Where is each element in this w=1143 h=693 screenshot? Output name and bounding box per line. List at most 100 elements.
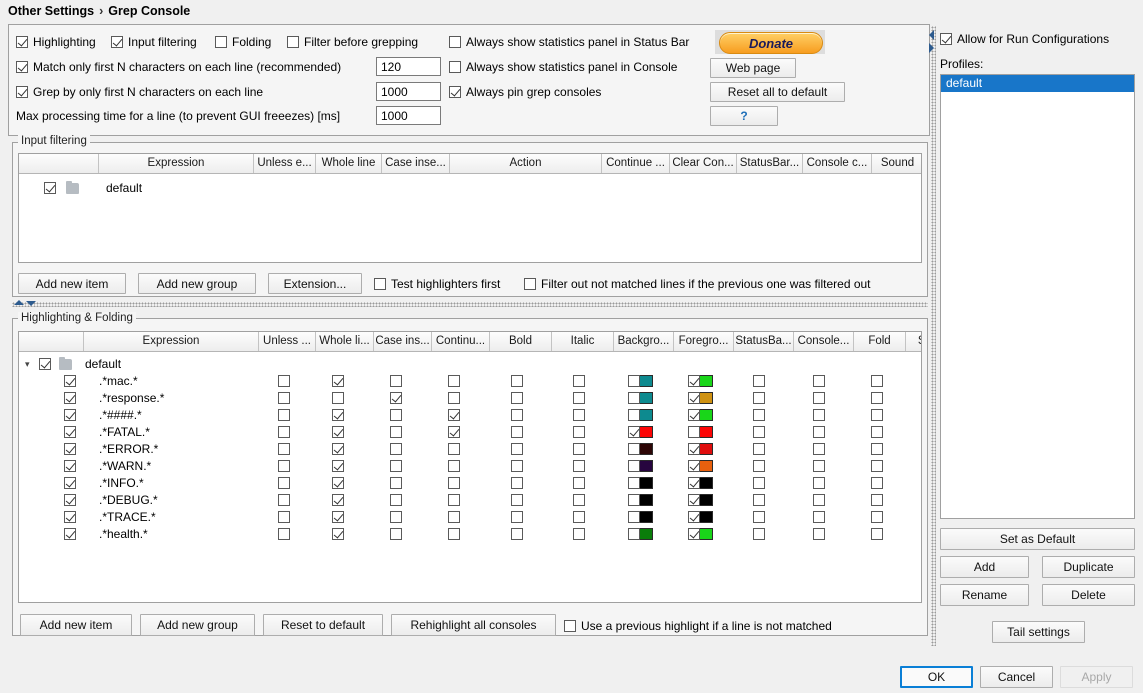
ok-button[interactable]: OK [900, 666, 973, 688]
hl-row-bold-checkbox[interactable] [511, 392, 523, 404]
table-row[interactable]: .*ERROR.* 🔊 [19, 441, 921, 458]
hl-row-italic-checkbox[interactable] [573, 494, 585, 506]
hl-row-enable-checkbox[interactable] [64, 375, 76, 387]
hl-row-console-checkbox[interactable] [813, 494, 825, 506]
hl-row-statusbar-checkbox[interactable] [753, 443, 765, 455]
hl-row-whole-line-checkbox[interactable] [332, 511, 344, 523]
hl-row-unless-checkbox[interactable] [278, 460, 290, 472]
speaker-icon[interactable]: 🔊 [921, 409, 922, 421]
hl-row-unless-checkbox[interactable] [278, 392, 290, 404]
hl-row-fold-checkbox[interactable] [871, 494, 883, 506]
hl-row-fold-checkbox[interactable] [871, 477, 883, 489]
highlighting-table[interactable]: Expression Unless ... Whole li... Case i… [18, 331, 922, 603]
hl-row-statusbar-checkbox[interactable] [753, 528, 765, 540]
hl-row-enable-checkbox[interactable] [64, 460, 76, 472]
hl-row-enable-checkbox[interactable] [64, 477, 76, 489]
hl-row-enable-checkbox[interactable] [64, 409, 76, 421]
hl-row-fold-checkbox[interactable] [871, 460, 883, 472]
hl-row-foreground-color[interactable] [700, 443, 713, 455]
filter-before-grepping-checkbox-box[interactable] [287, 36, 299, 48]
hl-row-unless-checkbox[interactable] [278, 443, 290, 455]
help-button[interactable]: ? [710, 106, 778, 126]
hl-row-foreground-swatch[interactable] [688, 409, 713, 421]
hl-row-continue-checkbox[interactable] [448, 426, 460, 438]
input-filtering-table[interactable]: Expression Unless e... Whole line Case i… [18, 153, 922, 263]
hl-row-case-insensitive-checkbox[interactable] [390, 409, 402, 421]
hl-row-case-insensitive-checkbox[interactable] [390, 511, 402, 523]
hl-add-new-item-button[interactable]: Add new item [20, 614, 132, 636]
hl-reset-to-default-button[interactable]: Reset to default [263, 614, 383, 636]
hl-row-background-color[interactable] [640, 511, 653, 523]
hl-row-foreground-swatch[interactable] [688, 460, 713, 472]
grep-first-n-input[interactable]: 1000 [376, 82, 441, 101]
hl-row-foreground-color[interactable] [700, 477, 713, 489]
hl-row-foreground-checkbox[interactable] [688, 409, 700, 421]
hl-row-foreground-color[interactable] [700, 460, 713, 472]
hl-row-console-checkbox[interactable] [813, 460, 825, 472]
hl-row-statusbar-checkbox[interactable] [753, 494, 765, 506]
checkbox-allow-run-configurations[interactable]: Allow for Run Configurations [940, 32, 1109, 46]
if-col-statusbar[interactable]: StatusBar... [737, 154, 803, 173]
if-add-new-group-button[interactable]: Add new group [138, 273, 256, 294]
hl-row-foreground-color[interactable] [700, 392, 713, 404]
match-first-n-input[interactable]: 120 [376, 57, 441, 76]
folding-checkbox-box[interactable] [215, 36, 227, 48]
hl-row-enable-checkbox[interactable] [64, 426, 76, 438]
hl-row-background-swatch[interactable] [628, 511, 653, 523]
hl-row-console-checkbox[interactable] [813, 375, 825, 387]
always-pin-consoles-checkbox-box[interactable] [449, 86, 461, 98]
hl-row-bold-checkbox[interactable] [511, 443, 523, 455]
hl-row-background-swatch[interactable] [628, 426, 653, 438]
checkbox-input-filtering[interactable]: Input filtering [111, 35, 197, 49]
table-row[interactable]: .*DEBUG.* 🔊 [19, 492, 921, 509]
hl-row-whole-line-checkbox[interactable] [332, 426, 344, 438]
speaker-icon[interactable]: 🔊 [921, 528, 922, 540]
hl-row-foreground-checkbox[interactable] [688, 460, 700, 472]
hl-row-italic-checkbox[interactable] [573, 409, 585, 421]
if-col-0[interactable] [19, 154, 99, 173]
hl-row-background-swatch[interactable] [628, 392, 653, 404]
hl-row-console-checkbox[interactable] [813, 511, 825, 523]
stats-console-checkbox-box[interactable] [449, 61, 461, 73]
hl-row-unless-checkbox[interactable] [278, 409, 290, 421]
hl-row-foreground-color[interactable] [700, 409, 713, 421]
hl-row-foreground-swatch[interactable] [688, 511, 713, 523]
hl-row-fold-checkbox[interactable] [871, 443, 883, 455]
allow-run-configurations-checkbox-box[interactable] [940, 33, 952, 45]
hl-row-background-color[interactable] [640, 409, 653, 421]
hl-row-bold-checkbox[interactable] [511, 477, 523, 489]
hl-row-unless-checkbox[interactable] [278, 375, 290, 387]
if-col-continue[interactable]: Continue ... [602, 154, 670, 173]
hl-row-background-color[interactable] [640, 443, 653, 455]
hl-row-case-insensitive-checkbox[interactable] [390, 392, 402, 404]
speaker-icon[interactable]: 🔊 [921, 426, 922, 438]
hl-row-console-checkbox[interactable] [813, 528, 825, 540]
hl-row-foreground-swatch[interactable] [688, 426, 713, 438]
hl-row-bold-checkbox[interactable] [511, 409, 523, 421]
hl-row-foreground-color[interactable] [700, 494, 713, 506]
if-col-sound[interactable]: Sound [872, 154, 921, 173]
table-row[interactable]: .*TRACE.* 🔊 [19, 509, 921, 526]
if-col-whole-line[interactable]: Whole line [316, 154, 382, 173]
table-row[interactable]: .*WARN.* 🔊 [19, 458, 921, 475]
table-row[interactable]: .*FATAL.* 🔊 [19, 424, 921, 441]
hl-row-continue-checkbox[interactable] [448, 494, 460, 506]
table-row[interactable]: .*mac.* 🔊 [19, 373, 921, 390]
hl-row-console-checkbox[interactable] [813, 477, 825, 489]
hl-row-foreground-color[interactable] [700, 528, 713, 540]
checkbox-stats-console[interactable]: Always show statistics panel in Console [449, 60, 677, 74]
hl-row-statusbar-checkbox[interactable] [753, 477, 765, 489]
hl-row-italic-checkbox[interactable] [573, 375, 585, 387]
speaker-icon[interactable]: 🔊 [921, 494, 922, 506]
checkbox-test-highlighters-first[interactable]: Test highlighters first [374, 277, 500, 291]
splitter-collapse-right-icon[interactable] [929, 43, 934, 53]
reset-all-to-default-button[interactable]: Reset all to default [710, 82, 845, 102]
hl-row-statusbar-checkbox[interactable] [753, 511, 765, 523]
speaker-icon[interactable]: 🔊 [921, 375, 922, 387]
hl-row-case-insensitive-checkbox[interactable] [390, 426, 402, 438]
hl-row-whole-line-checkbox[interactable] [332, 460, 344, 472]
hl-row-fold-checkbox[interactable] [871, 392, 883, 404]
splitter-collapse-left-icon[interactable] [929, 30, 934, 40]
speaker-icon[interactable]: 🔊 [921, 460, 922, 472]
hl-row-background-checkbox[interactable] [628, 392, 640, 404]
